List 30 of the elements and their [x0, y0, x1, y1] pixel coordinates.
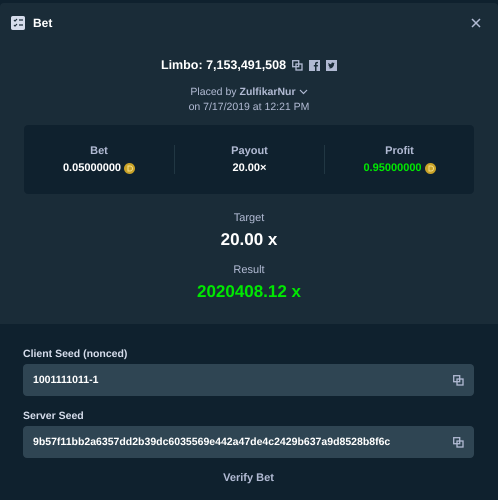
seed-label: Client Seed (nonced) — [23, 348, 128, 360]
facebook-button[interactable] — [309, 60, 320, 70]
window-title: Bet — [33, 16, 54, 30]
result-value: 2020408.12 x — [197, 282, 301, 302]
verify-bet-button[interactable]: Verify Bet — [223, 472, 274, 484]
seed-label: Server Seed — [23, 410, 85, 422]
seed-field[interactable]: 9b57f11bb2a6357dd2b39dc6035569e442a47de4c2429b637a9d8528b8f6c — [23, 426, 474, 458]
bet-date: on 7/17/2019 at 12:21 PM — [188, 101, 310, 113]
copy-button[interactable] — [292, 60, 304, 70]
stat-label: Payout — [231, 145, 268, 157]
placed-by-label: Placed by — [190, 86, 237, 98]
stat-value: 0.05000000 — [62, 162, 122, 174]
target-label: Target — [234, 212, 264, 224]
stat-label: Bet — [90, 145, 108, 157]
close-button[interactable] — [470, 17, 482, 29]
coin-icon — [424, 162, 436, 174]
stat-value: 0.95000000 — [363, 162, 422, 174]
target-value: 20.00 x — [220, 230, 278, 250]
copy-button[interactable] — [453, 436, 464, 448]
seed-field[interactable]: 1001111011-1 — [23, 364, 474, 396]
chevron-down-icon[interactable] — [298, 89, 308, 95]
username-link[interactable]: ZulfikarNur — [240, 86, 296, 98]
coin-icon — [124, 162, 136, 174]
bet-title: Limbo: 7,153,491,508 — [160, 58, 286, 72]
stat-label: Profit — [385, 145, 414, 157]
checklist-icon — [11, 16, 25, 30]
result-label: Result — [233, 264, 265, 276]
copy-button[interactable] — [453, 374, 464, 386]
twitter-button[interactable] — [326, 60, 338, 70]
stat-value: 20.00× — [232, 162, 266, 174]
